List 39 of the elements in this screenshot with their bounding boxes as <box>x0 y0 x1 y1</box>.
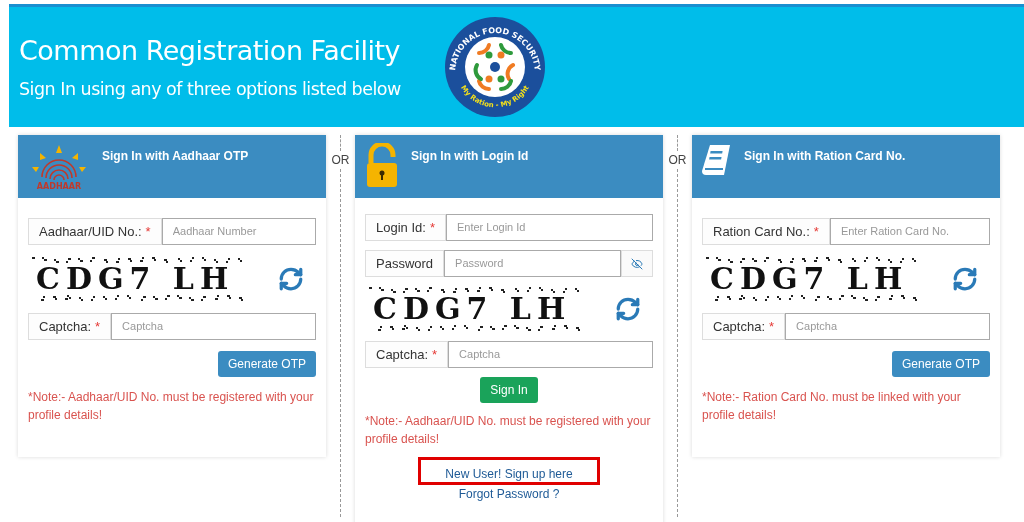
book-icon <box>702 143 732 177</box>
field-label: Captcha: * <box>702 313 786 340</box>
eye-off-icon <box>631 257 643 270</box>
input-field[interactable]: Captcha <box>111 313 316 340</box>
captcha-text: CDG7 LH <box>702 256 922 302</box>
submit-button[interactable]: Generate OTP <box>891 351 990 377</box>
field-label: Aadhaar/UID No.: * <box>28 218 162 245</box>
text-link[interactable]: Forgot Password ? <box>458 486 560 502</box>
text-link[interactable]: New User! Sign up here <box>418 457 600 485</box>
page-title: Common Registration Facility <box>19 34 401 68</box>
card-title: Sign In with Aadhaar OTP <box>102 148 249 165</box>
captcha-text: CDG7 LH <box>28 256 248 302</box>
refresh-icon[interactable] <box>615 296 641 322</box>
page-subtitle: Sign In using any of three options listed below <box>19 78 401 101</box>
or-separator: OR <box>331 152 350 169</box>
input-field[interactable]: Enter Ration Card No. <box>829 218 990 245</box>
note-text: *Note:- Ration Card No. must be linked with your profile details! <box>702 389 962 424</box>
note-text: *Note:- Aadhaar/UID No. must be registered with your profile details! <box>365 413 652 448</box>
input-field[interactable]: Captcha <box>448 341 653 368</box>
card-title: Sign In with Login Id <box>411 148 529 165</box>
submit-button[interactable]: Generate OTP <box>217 351 316 377</box>
padlock-icon <box>365 143 399 189</box>
refresh-icon[interactable] <box>952 266 978 292</box>
field-label: Password <box>365 250 445 277</box>
input-field[interactable]: Aadhaar Number <box>161 218 316 245</box>
captcha-text: CDG7 LH <box>365 286 585 332</box>
or-separator: OR <box>668 152 687 169</box>
field-label: Captcha: * <box>365 341 449 368</box>
note-text: *Note:- Aadhaar/UID No. must be registered with your profile details! <box>28 389 315 424</box>
field-label: Ration Card No.: * <box>702 218 830 245</box>
card-title: Sign In with Ration Card No. <box>744 148 906 165</box>
input-field[interactable]: Password <box>444 250 621 277</box>
field-label: Login Id: * <box>365 214 446 241</box>
refresh-icon[interactable] <box>278 266 304 292</box>
input-field[interactable]: Enter Login Id <box>445 214 653 241</box>
input-field[interactable]: Captcha <box>785 313 990 340</box>
submit-button[interactable]: Sign In <box>480 377 538 403</box>
field-label: Captcha: * <box>28 313 112 340</box>
visibility-toggle[interactable] <box>621 250 653 277</box>
